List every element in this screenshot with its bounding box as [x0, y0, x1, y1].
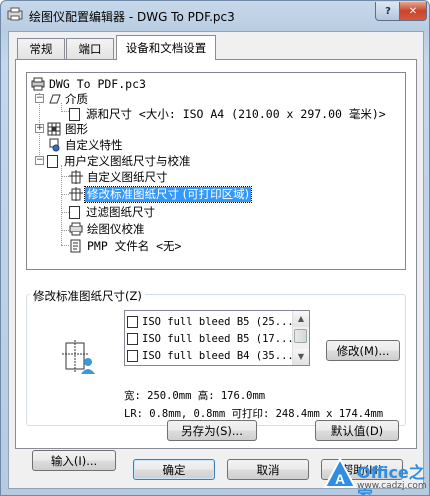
- media-collapse-toggle[interactable]: −: [35, 94, 44, 103]
- tree-source-size-label: 源和尺寸 <大小: ISO A4 (210.00 x 297.00 毫米)>: [86, 106, 386, 121]
- save-as-button-label: 另存为(S)...: [181, 423, 243, 438]
- list-item-label: ISO full bleed B4 (35...: [142, 349, 294, 362]
- plotter-icon: [31, 77, 45, 91]
- tree-pmp-file-label: PMP 文件名 <无>: [87, 238, 182, 253]
- defaults-button-label: 默认值(D): [330, 423, 384, 438]
- page-icon: [127, 349, 138, 362]
- svg-text:A: A: [335, 471, 345, 487]
- cancel-button[interactable]: 取消: [227, 459, 309, 480]
- tab-device-document-settings[interactable]: 设备和文档设置: [116, 35, 216, 60]
- scroll-down-icon[interactable]: ▼: [293, 349, 309, 365]
- settings-tree[interactable]: DWG To PDF.pc3 − 介质 源和尺寸 <大小: ISO A4 (21…: [26, 72, 406, 270]
- page-icon: [127, 315, 138, 328]
- tree-guide-line: [61, 111, 69, 112]
- help-title-button[interactable]: ?: [375, 2, 401, 21]
- page-icon: [127, 332, 138, 345]
- media-paper-icon: [49, 94, 61, 104]
- list-item[interactable]: ISO full bleed B5 (25...: [127, 313, 294, 330]
- tree-graphics-label: 图形: [65, 121, 88, 136]
- tree-custom-paper-sizes-label: 自定义图纸尺寸: [87, 169, 168, 184]
- import-button[interactable]: 输入(I)...: [32, 450, 116, 471]
- list-scrollbar[interactable]: ▲ ▼: [292, 311, 309, 365]
- dialog-client: 常规 端口 设备和文档设置 DWG To PDF.pc3 − 介质 源和尺寸 <…: [8, 31, 424, 489]
- tree-item-modify-standard[interactable]: 修改标准图纸尺寸 (可打印区域): [69, 185, 253, 203]
- tree-item-plotter-calibration[interactable]: 绘图仪校准: [69, 220, 147, 238]
- modify-button[interactable]: 修改(M)...: [326, 340, 400, 361]
- tab-device-label: 设备和文档设置: [125, 41, 207, 55]
- modify-group-label: 修改标准图纸尺寸(Z): [30, 288, 145, 304]
- tab-general-label: 常规: [29, 42, 53, 56]
- window-title: 绘图仪配置编辑器 - DWG To PDF.pc3: [29, 10, 235, 24]
- plotter-app-icon: [7, 7, 23, 21]
- defaults-button[interactable]: 默认值(D): [315, 420, 399, 441]
- scroll-up-icon[interactable]: ▲: [293, 311, 309, 327]
- help-icon: ?: [385, 5, 391, 17]
- page-icon: [69, 107, 80, 121]
- tree-custom-properties-label: 自定义特性: [65, 137, 123, 152]
- tab-general[interactable]: 常规: [17, 38, 65, 59]
- calibration-icon: [69, 222, 83, 236]
- close-icon: ✕: [408, 5, 418, 17]
- cancel-button-label: 取消: [256, 462, 280, 477]
- close-button[interactable]: ✕: [399, 2, 427, 21]
- tree-item-pmp-file[interactable]: PMP 文件名 <无>: [69, 237, 183, 255]
- watermark-url: www.cadzj.com: [357, 481, 427, 491]
- paper-size-crop-icon: [69, 170, 83, 184]
- printable-area-text: LR: 0.8mm, 0.8mm 可打印: 248.4mm x 174.4mm: [124, 408, 384, 420]
- watermark-logo-icon: A: [323, 457, 357, 488]
- list-item[interactable]: ISO full bleed B5 (17...: [127, 330, 294, 347]
- page-icon: [47, 154, 58, 168]
- site-watermark: A Office之家 www.cadzj.com: [323, 457, 429, 495]
- tree-guide-line: [61, 165, 62, 245]
- plotter-config-editor-window: 绘图仪配置编辑器 - DWG To PDF.pc3 ? ✕ 常规 端口 设备和文…: [0, 0, 430, 496]
- page-icon: [69, 205, 80, 219]
- plus-icon: +: [36, 123, 44, 133]
- tree-item-filter-paper[interactable]: 过滤图纸尺寸: [69, 203, 157, 221]
- tree-item-custom-paper-sizes[interactable]: 自定义图纸尺寸: [69, 168, 170, 186]
- paper-size-crop-icon: [69, 187, 83, 201]
- title-bar[interactable]: 绘图仪配置编辑器 - DWG To PDF.pc3 ? ✕: [1, 1, 429, 29]
- graphics-expand-toggle[interactable]: +: [35, 124, 44, 133]
- tree-guide-line: [61, 230, 69, 231]
- save-as-button[interactable]: 另存为(S)...: [167, 420, 257, 441]
- tree-filter-paper-label: 过滤图纸尺寸: [86, 204, 155, 219]
- tree-guide-line: [61, 176, 69, 177]
- paper-with-user-icon: [62, 340, 95, 374]
- tree-plotter-calibration-label: 绘图仪校准: [87, 221, 145, 236]
- paper-size-list[interactable]: ISO full bleed B5 (25... ISO full bleed …: [124, 310, 310, 366]
- custom-properties-icon: [49, 138, 60, 152]
- list-item-label: ISO full bleed B5 (25...: [142, 315, 294, 328]
- minus-icon: −: [36, 155, 44, 165]
- paper-dimensions-text: 宽: 250.0mm 高: 176.0mm: [124, 390, 266, 402]
- scroll-thumb[interactable]: [294, 329, 307, 343]
- pmp-file-icon: [70, 239, 81, 253]
- device-settings-panel: DWG To PDF.pc3 − 介质 源和尺寸 <大小: ISO A4 (21…: [15, 59, 417, 471]
- ok-button[interactable]: 确定: [133, 459, 215, 480]
- list-item-label: ISO full bleed B5 (17...: [142, 332, 294, 345]
- user-defined-collapse-toggle[interactable]: −: [35, 156, 44, 165]
- graphics-grid-icon: [47, 122, 61, 136]
- minus-icon: −: [36, 93, 44, 103]
- tree-user-defined-label: 用户定义图纸尺寸与校准: [64, 153, 191, 168]
- modify-button-label: 修改(M)...: [336, 343, 390, 358]
- tree-item-source-size[interactable]: 源和尺寸 <大小: ISO A4 (210.00 x 297.00 毫米)>: [69, 105, 388, 123]
- tree-guide-line: [61, 194, 69, 195]
- import-button-label: 输入(I)...: [50, 453, 98, 468]
- tab-port-label: 端口: [78, 42, 102, 56]
- tree-guide-line: [61, 245, 69, 246]
- ok-button-label: 确定: [162, 462, 186, 477]
- list-item[interactable]: ISO full bleed B4 (35...: [127, 347, 294, 364]
- tree-guide-line: [61, 212, 69, 213]
- tab-port[interactable]: 端口: [66, 38, 114, 59]
- tree-modify-standard-label: 修改标准图纸尺寸 (可打印区域): [83, 185, 253, 203]
